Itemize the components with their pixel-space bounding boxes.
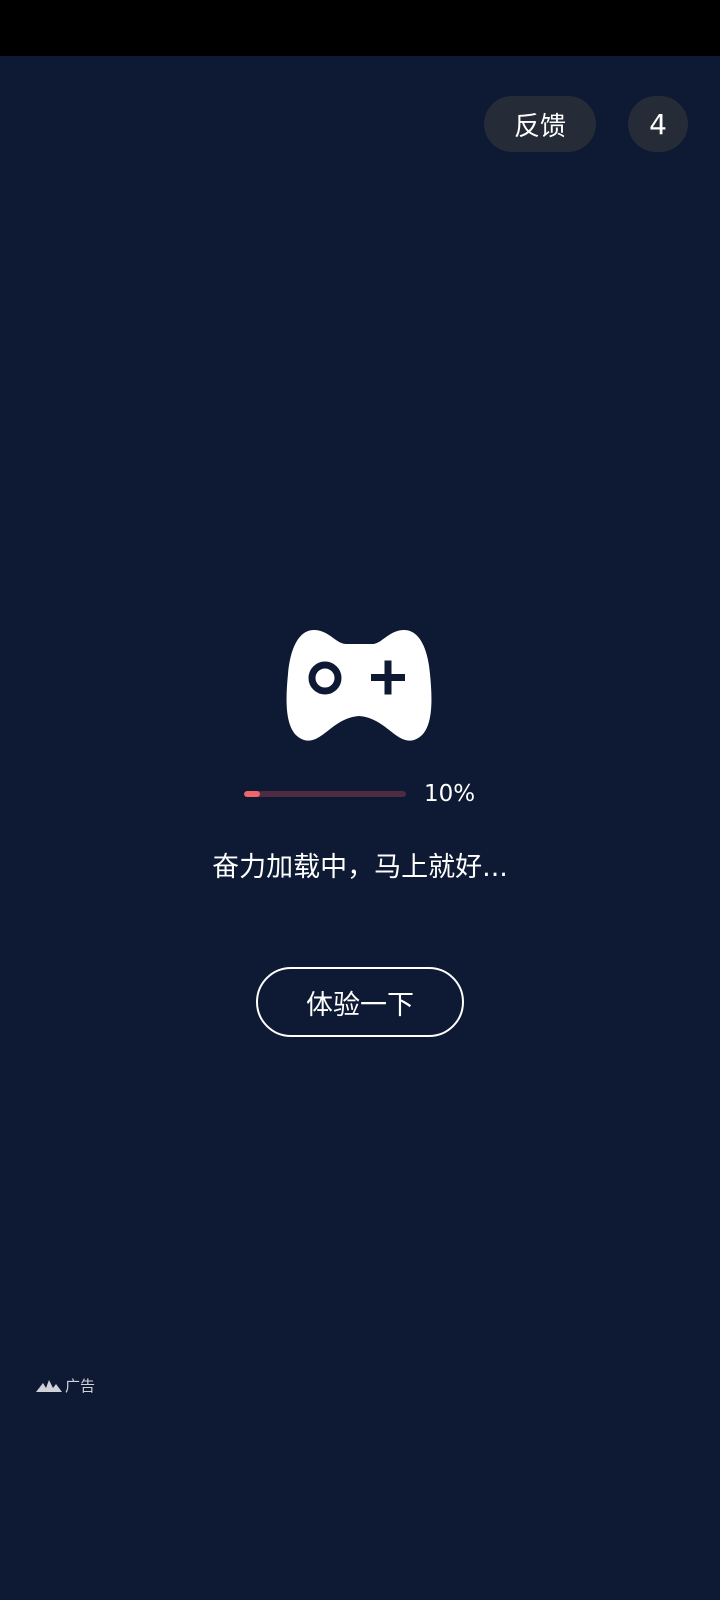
ad-network-logo-icon: [36, 1379, 62, 1392]
progress-fill: [244, 791, 261, 797]
gamepad-icon: [286, 630, 432, 741]
ad-badge: 广告: [36, 1375, 95, 1396]
countdown-value: 4: [649, 107, 667, 141]
feedback-label: 反馈: [513, 111, 566, 142]
countdown-skip-badge[interactable]: 4: [628, 96, 688, 152]
loading-message: 奋力加载中，马上就好...: [212, 852, 508, 883]
ad-label: 广告: [65, 1377, 96, 1395]
progress-bar: [244, 791, 406, 797]
try-it-label: 体验一下: [306, 989, 414, 1021]
progress-percent: 10%: [424, 781, 476, 807]
try-it-button[interactable]: 体验一下: [256, 967, 464, 1037]
feedback-button[interactable]: 反馈: [484, 96, 596, 152]
status-bar: [0, 0, 720, 56]
